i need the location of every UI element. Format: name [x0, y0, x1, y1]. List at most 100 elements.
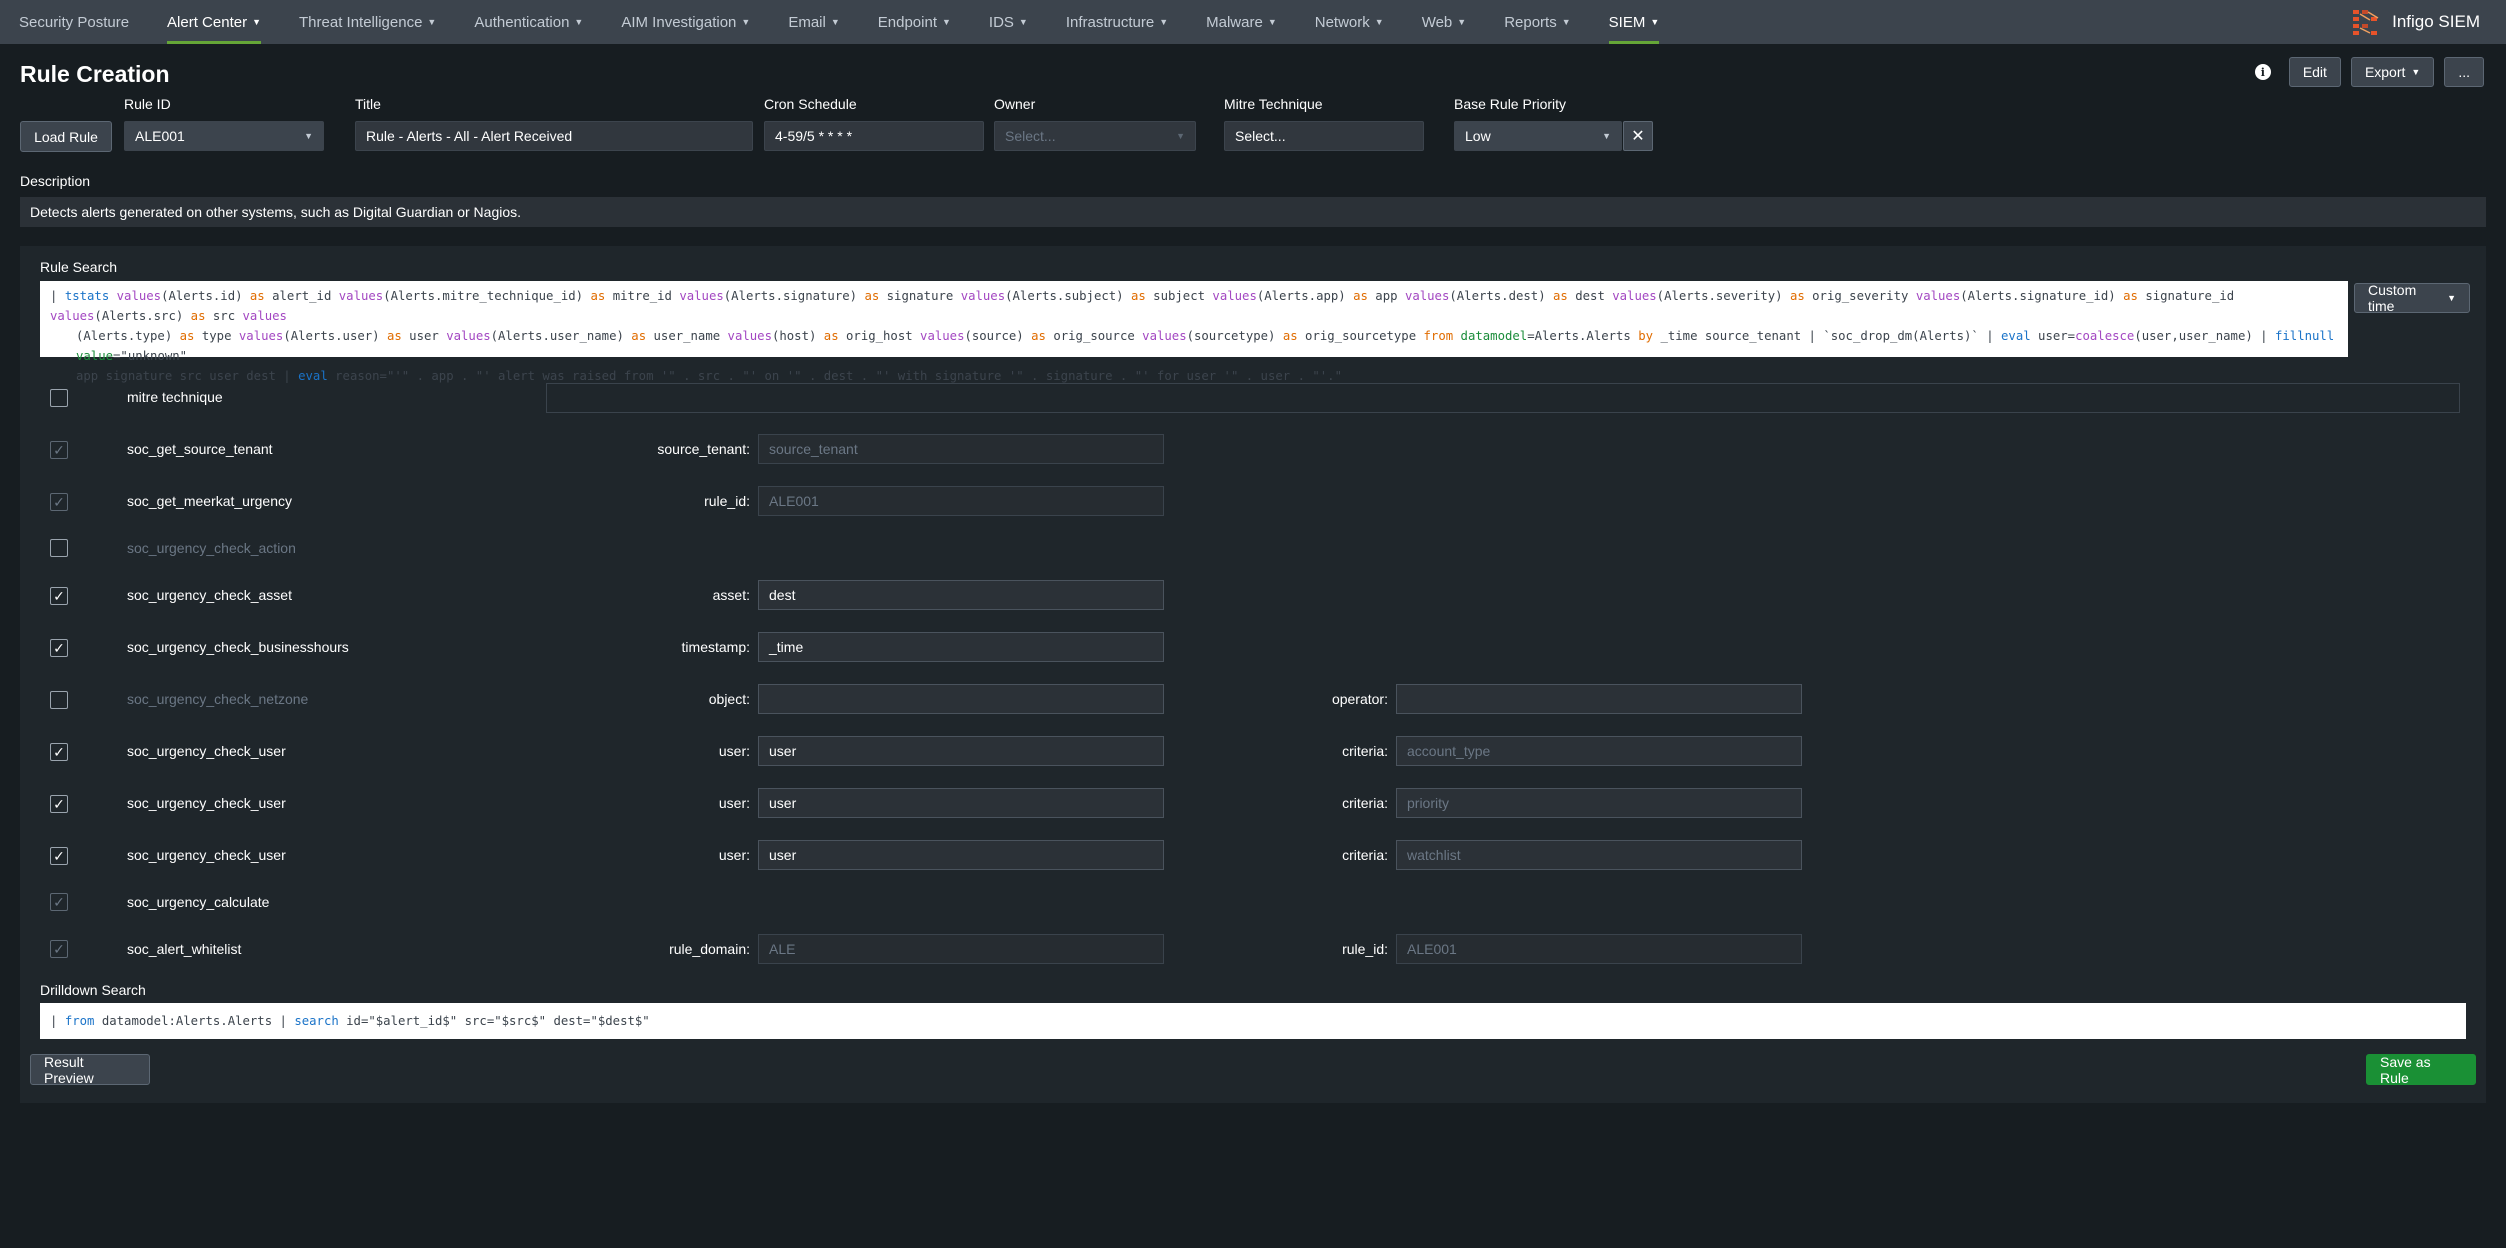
mitre-technique-label: Mitre Technique	[1224, 96, 1323, 112]
nav-network[interactable]: Network ▼	[1296, 0, 1403, 44]
row-checkbox[interactable]: ✓	[50, 587, 68, 605]
row-name: soc_urgency_check_user	[127, 795, 286, 811]
criteria-input[interactable]: watchlist	[1396, 840, 1802, 870]
asset-input[interactable]: dest	[758, 580, 1164, 610]
brand[interactable]: Infigo SIEM	[2352, 0, 2480, 44]
drilldown-search-label: Drilldown Search	[40, 982, 146, 998]
rule-id-param-input[interactable]: ALE001	[758, 486, 1164, 516]
row-checkbox[interactable]: ✓	[50, 743, 68, 761]
owner-select[interactable]: Select... ▼	[994, 121, 1196, 151]
nav-ids[interactable]: IDS ▼	[970, 0, 1047, 44]
row-checkbox[interactable]: ✓	[50, 795, 68, 813]
nav-endpoint[interactable]: Endpoint ▼	[859, 0, 970, 44]
result-preview-button[interactable]: Result Preview	[30, 1054, 150, 1086]
rule-id-select[interactable]: ALE001 ▼	[124, 121, 324, 151]
custom-time-button[interactable]: Custom time ▼	[2354, 282, 2470, 314]
check-icon: ✓	[53, 493, 65, 510]
header-actions: i Edit Export ▼ ...	[2254, 57, 2484, 87]
timestamp-input[interactable]: _time	[758, 632, 1164, 662]
nav-reports[interactable]: Reports ▼	[1485, 0, 1589, 44]
mitre-technique-select[interactable]: Select...	[1224, 121, 1424, 151]
check-icon: ✓	[53, 441, 65, 458]
user-input[interactable]: user	[758, 840, 1164, 870]
nav-alert-center[interactable]: Alert Center ▼	[148, 0, 280, 44]
caret-down-icon: ▼	[1176, 131, 1185, 141]
param-label: timestamp:	[681, 639, 750, 655]
title-input[interactable]: Rule - Alerts - All - Alert Received	[355, 121, 753, 151]
caret-down-icon: ▼	[1561, 17, 1571, 27]
row-name: soc_urgency_calculate	[127, 894, 270, 910]
caret-down-icon: ▼	[574, 17, 584, 27]
param-label: source_tenant:	[657, 441, 750, 457]
nav-web[interactable]: Web ▼	[1403, 0, 1486, 44]
row-name: soc_get_source_tenant	[127, 441, 273, 457]
description-field[interactable]: Detects alerts generated on other system…	[20, 197, 2486, 227]
criteria-input[interactable]: priority	[1396, 788, 1802, 818]
export-button[interactable]: Export ▼	[2350, 57, 2435, 87]
criteria-input[interactable]: account_type	[1396, 736, 1802, 766]
check-icon: ✓	[53, 795, 65, 812]
caret-down-icon: ▼	[1457, 17, 1467, 27]
whitelist-rule-id-input[interactable]: ALE001	[1396, 934, 1802, 964]
caret-down-icon: ▼	[252, 17, 262, 27]
nav-threat-intelligence[interactable]: Threat Intelligence ▼	[280, 0, 455, 44]
caret-down-icon: ▼	[1159, 17, 1169, 27]
more-button[interactable]: ...	[2444, 57, 2484, 87]
param-label: operator:	[1331, 691, 1388, 707]
row-name: soc_urgency_check_user	[127, 847, 286, 863]
param-label: criteria:	[1342, 847, 1388, 863]
row-name: soc_alert_whitelist	[127, 941, 242, 957]
drilldown-search-editor[interactable]: | from datamodel:Alerts.Alerts | search …	[40, 1003, 2466, 1039]
param-label: object:	[708, 691, 750, 707]
row-checkbox[interactable]: ✓	[50, 847, 68, 865]
caret-down-icon: ▼	[1374, 17, 1384, 27]
param-label: user:	[718, 847, 750, 863]
row-checkbox[interactable]: ✓	[50, 893, 68, 911]
param-label: user:	[718, 795, 750, 811]
clear-priority-button[interactable]: ✕	[1623, 121, 1653, 151]
row-name: soc_urgency_check_businesshours	[127, 639, 349, 655]
base-rule-priority-label: Base Rule Priority	[1454, 96, 1567, 112]
nav-authentication[interactable]: Authentication ▼	[455, 0, 602, 44]
caret-down-icon: ▼	[1267, 17, 1277, 27]
row-checkbox[interactable]	[50, 389, 68, 407]
caret-down-icon: ▼	[2447, 293, 2456, 303]
nav-aim-investigation[interactable]: AIM Investigation ▼	[602, 0, 769, 44]
operator-input[interactable]	[1396, 684, 1802, 714]
row-checkbox[interactable]: ✓	[50, 493, 68, 511]
check-icon: ✓	[53, 847, 65, 864]
info-icon[interactable]: i	[2254, 64, 2271, 80]
load-rule-button[interactable]: Load Rule	[20, 121, 112, 152]
row-checkbox[interactable]: ✓	[50, 441, 68, 459]
user-input[interactable]: user	[758, 788, 1164, 818]
row-name: soc_urgency_check_asset	[127, 587, 292, 603]
nav-security-posture[interactable]: Security Posture	[0, 0, 148, 44]
caret-down-icon: ▼	[1602, 131, 1611, 141]
object-input[interactable]	[758, 684, 1164, 714]
rule-search-editor[interactable]: | tstats values(Alerts.id) as alert_id v…	[40, 281, 2348, 383]
check-icon: ✓	[53, 893, 65, 910]
nav-infrastructure[interactable]: Infrastructure ▼	[1047, 0, 1187, 44]
rule-domain-input[interactable]: ALE	[758, 934, 1164, 964]
description-label: Description	[20, 173, 91, 189]
param-label: user:	[718, 743, 750, 759]
nav-siem[interactable]: SIEM ▼	[1590, 0, 1679, 44]
save-as-rule-button[interactable]: Save as Rule	[2366, 1054, 2476, 1086]
base-rule-priority-select[interactable]: Low ▼	[1454, 121, 1622, 151]
param-label: asset:	[712, 587, 750, 603]
caret-down-icon: ▼	[1018, 17, 1028, 27]
row-checkbox[interactable]	[50, 539, 68, 557]
row-name: soc_urgency_check_user	[127, 743, 286, 759]
user-input[interactable]: user	[758, 736, 1164, 766]
cron-schedule-input[interactable]: 4-59/5 * * * *	[764, 121, 984, 151]
nav-malware[interactable]: Malware ▼	[1187, 0, 1296, 44]
caret-down-icon: ▼	[1650, 17, 1660, 27]
row-checkbox[interactable]	[50, 691, 68, 709]
row-checkbox[interactable]: ✓	[50, 940, 68, 958]
caret-down-icon: ▼	[304, 131, 313, 141]
mitre-technique-row-input[interactable]	[546, 383, 2460, 413]
row-checkbox[interactable]: ✓	[50, 639, 68, 657]
nav-email[interactable]: Email ▼	[769, 0, 858, 44]
edit-button[interactable]: Edit	[2288, 57, 2341, 87]
source-tenant-input[interactable]: source_tenant	[758, 434, 1164, 464]
